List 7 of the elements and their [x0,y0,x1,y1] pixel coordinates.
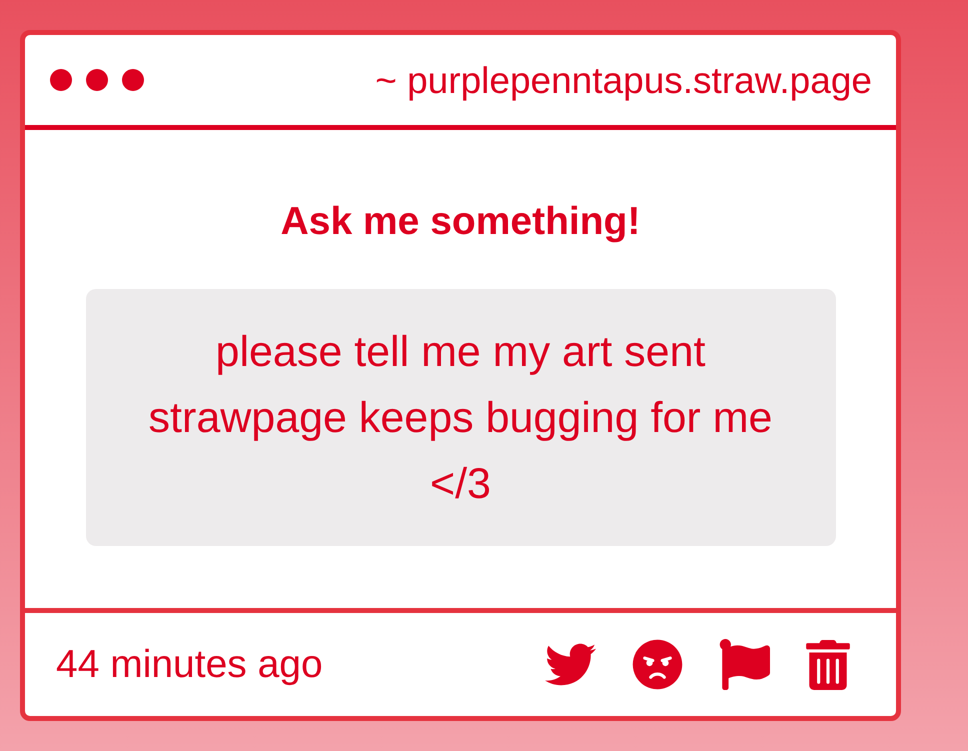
post-heading: Ask me something! [280,199,640,245]
angry-face-icon[interactable] [632,639,683,690]
question-text: please tell me my art sent strawpage keeps bugging for me </3 [148,326,774,510]
trash-icon[interactable] [806,640,850,690]
page-address: ~ purplepenntapus.straw.page [375,62,872,98]
flag-icon[interactable] [719,639,770,690]
post-time: 44 minutes ago [56,645,323,684]
